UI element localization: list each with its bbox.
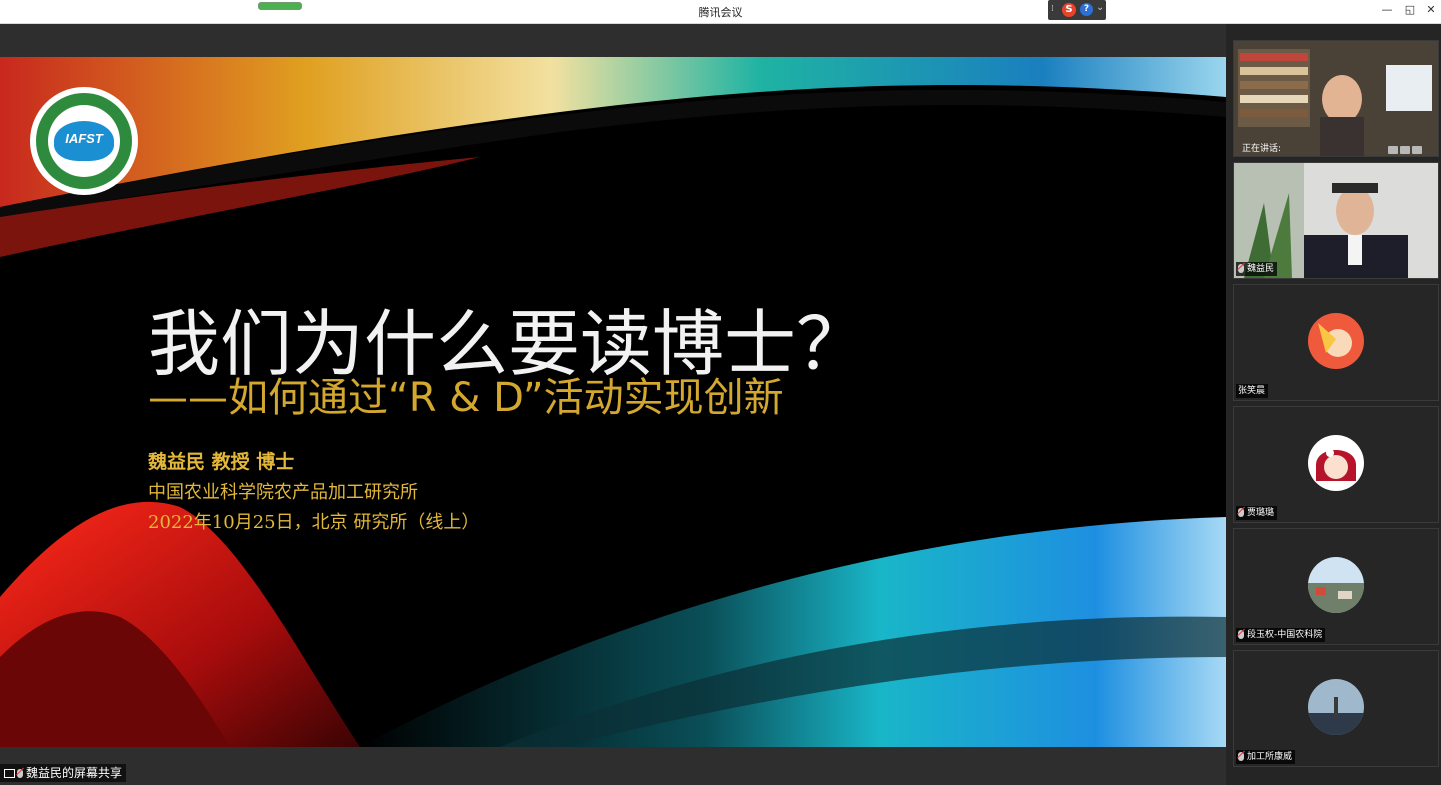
minimize-button[interactable]: — <box>1380 3 1394 17</box>
slide-institution: 中国农业科学院农产品加工研究所 <box>148 482 418 503</box>
participant-name-label: 魏益民 <box>1236 262 1278 276</box>
participant-avatar <box>1308 313 1364 369</box>
restore-button[interactable]: ◱ <box>1403 3 1417 17</box>
participant-avatar <box>1308 557 1364 613</box>
chevron-down-icon[interactable]: ⌄ <box>1096 2 1104 13</box>
presentation-slide: IAFST 我们为什么要读博士？ ——如何通过“R & D”活动实现创新 魏益民… <box>0 57 1226 747</box>
tile-controls[interactable] <box>1388 139 1428 154</box>
iafst-logo: IAFST <box>30 87 138 195</box>
mic-muted-icon <box>1238 508 1244 517</box>
participant-name-label: 段玉权-中国农科院 <box>1236 628 1326 642</box>
screen-share-indicator[interactable]: 魏益民的屏幕共享 <box>0 764 127 782</box>
participant-video <box>1234 163 1438 278</box>
sogou-ime-icon[interactable]: S <box>1062 3 1076 17</box>
ime-toolbar[interactable]: ⁞ S ? ⌄ <box>1048 0 1106 20</box>
participant-tile[interactable]: 张笑晨 <box>1233 284 1439 401</box>
slide-author: 魏益民 教授 博士 <box>148 451 295 473</box>
mic-muted-icon <box>17 769 23 778</box>
screen-share-label: 魏益民的屏幕共享 <box>26 766 123 780</box>
slide-subtitle: ——如何通过“R & D”活动实现创新 <box>148 375 784 421</box>
slide-date: 2022年10月25日，北京 研究所（线上） <box>148 512 480 533</box>
title-bar: 腾讯会议 ⁞ S ? ⌄ — ◱ ✕ <box>0 0 1441 24</box>
logo-abbreviation: IAFST <box>65 131 103 146</box>
mic-muted-icon <box>1238 264 1244 273</box>
participant-tile[interactable]: 段玉权-中国农科院 <box>1233 528 1439 645</box>
mic-muted-icon <box>1238 752 1244 761</box>
participant-name-label: 加工所康威 <box>1236 750 1296 764</box>
participant-tile[interactable]: 魏益民 <box>1233 162 1439 279</box>
participant-tile[interactable]: 加工所康威 <box>1233 650 1439 767</box>
speaking-label: 正在讲话: <box>1242 144 1282 154</box>
participant-sidebar: 正在讲话: 魏益民 张笑晨 贾璐璐 段玉权-中国农科院 加工所康威 <box>1226 24 1441 785</box>
participant-name-label: 张笑晨 <box>1236 384 1269 398</box>
participant-name-label: 贾璐璐 <box>1236 506 1278 520</box>
shared-screen-area: IAFST 我们为什么要读博士？ ——如何通过“R & D”活动实现创新 魏益民… <box>0 24 1226 785</box>
participant-avatar <box>1308 435 1364 491</box>
mic-muted-icon <box>1238 630 1244 639</box>
active-speaker-tile[interactable]: 正在讲话: <box>1233 40 1439 157</box>
drag-handle-icon[interactable]: ⁞ <box>1051 4 1054 14</box>
window-title: 腾讯会议 <box>698 6 743 19</box>
close-button[interactable]: ✕ <box>1424 3 1438 17</box>
participant-tile[interactable]: 贾璐璐 <box>1233 406 1439 523</box>
help-icon[interactable]: ? <box>1080 3 1093 16</box>
screen-share-icon <box>4 769 15 778</box>
participant-avatar <box>1308 679 1364 735</box>
